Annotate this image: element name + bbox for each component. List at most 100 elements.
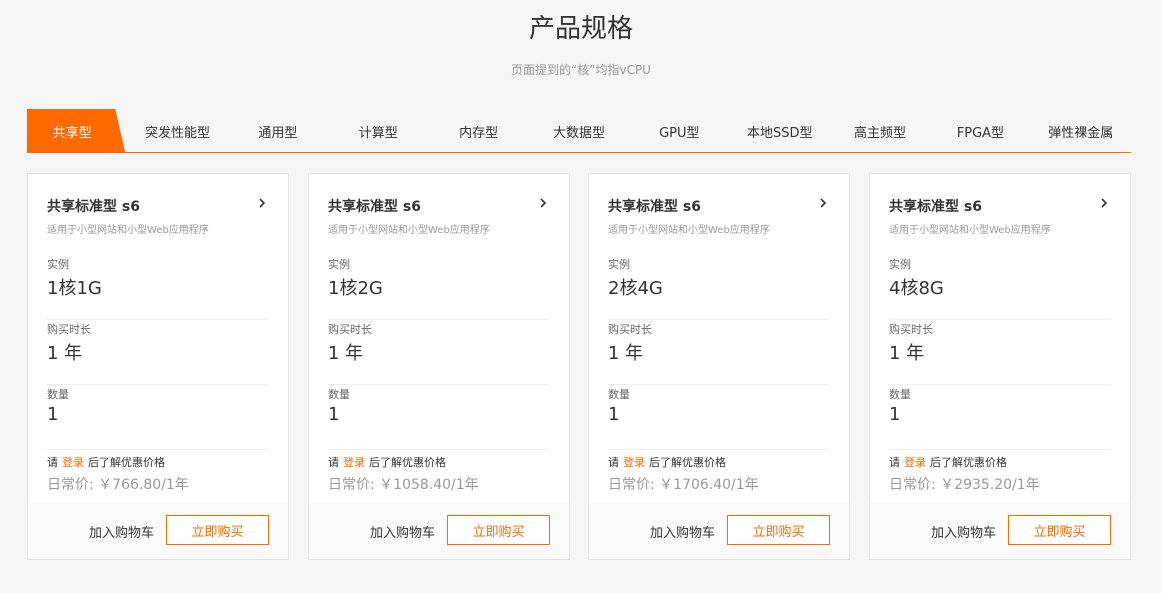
instance-field[interactable]: 实例 4核8G — [889, 256, 1111, 320]
login-prompt: 请登录 后了解优惠价格 — [608, 454, 726, 470]
login-link[interactable]: 登录 — [904, 456, 926, 469]
card-header[interactable]: 共享标准型 s6 适用于小型网站和小型Web应用程序 — [608, 196, 830, 236]
login-prompt: 请登录 后了解优惠价格 — [889, 454, 1007, 470]
login-link[interactable]: 登录 — [623, 456, 645, 469]
instance-field[interactable]: 实例 1核1G — [47, 256, 269, 320]
spec-card: 共享标准型 s6 适用于小型网站和小型Web应用程序 实例 2核4G 购买时长 … — [588, 173, 850, 560]
buy-now-button[interactable]: 立即购买 — [166, 515, 269, 545]
tab-label: 高主频型 — [854, 125, 907, 141]
add-to-cart-button[interactable]: 加入购物车 — [931, 522, 996, 541]
tab-label: 本地SSD型 — [746, 125, 813, 141]
card-footer: 加入购物车 立即购买 — [589, 502, 849, 559]
duration-label: 购买时长 — [47, 323, 91, 336]
instance-label: 实例 — [889, 258, 911, 271]
card-header[interactable]: 共享标准型 s6 适用于小型网站和小型Web应用程序 — [889, 196, 1111, 236]
daily-price: 日常价: ￥766.80/1年 — [47, 477, 189, 493]
tab-label: 突发性能型 — [145, 125, 211, 141]
product-specs-page: 产品规格 页面提到的“核”均指vCPU 共享型 突发性能型 通用型 计算型 内存… — [0, 0, 1162, 593]
duration-field[interactable]: 购买时长 1 年 — [328, 321, 550, 385]
quantity-value: 1 — [889, 404, 901, 425]
instance-value: 4核8G — [889, 278, 944, 299]
tab-big-data[interactable]: 大数据型 — [529, 109, 629, 153]
quantity-label: 数量 — [889, 388, 911, 401]
tab-label: 大数据型 — [552, 125, 605, 141]
chevron-right-icon[interactable] — [1097, 196, 1111, 210]
login-suffix: 后了解优惠价格 — [88, 456, 165, 469]
login-prefix: 请 — [608, 456, 619, 469]
tab-general[interactable]: 通用型 — [228, 109, 328, 153]
login-suffix: 后了解优惠价格 — [649, 456, 726, 469]
card-title: 共享标准型 s6 — [47, 199, 140, 215]
chevron-right-icon[interactable] — [816, 196, 830, 210]
login-suffix: 后了解优惠价格 — [930, 456, 1007, 469]
card-description: 适用于小型网站和小型Web应用程序 — [608, 225, 770, 236]
quantity-field[interactable]: 数量 1 — [47, 386, 269, 450]
duration-field[interactable]: 购买时长 1 年 — [889, 321, 1111, 385]
card-header[interactable]: 共享标准型 s6 适用于小型网站和小型Web应用程序 — [328, 196, 550, 236]
spec-card: 共享标准型 s6 适用于小型网站和小型Web应用程序 实例 1核1G 购买时长 … — [27, 173, 289, 560]
tab-compute[interactable]: 计算型 — [328, 109, 428, 153]
spec-card: 共享标准型 s6 适用于小型网站和小型Web应用程序 实例 4核8G 购买时长 … — [869, 173, 1131, 560]
quantity-field[interactable]: 数量 1 — [608, 386, 830, 450]
instance-label: 实例 — [608, 258, 630, 271]
buy-now-button[interactable]: 立即购买 — [447, 515, 550, 545]
daily-price: 日常价: ￥1058.40/1年 — [328, 477, 479, 493]
instance-field[interactable]: 实例 2核4G — [608, 256, 830, 320]
instance-value: 1核1G — [47, 278, 102, 299]
login-link[interactable]: 登录 — [62, 456, 84, 469]
tab-memory[interactable]: 内存型 — [428, 109, 528, 153]
daily-price: 日常价: ￥2935.20/1年 — [889, 477, 1040, 493]
add-to-cart-button[interactable]: 加入购物车 — [89, 522, 154, 541]
duration-label: 购买时长 — [889, 323, 933, 336]
tab-label: GPU型 — [659, 125, 700, 141]
login-link[interactable]: 登录 — [343, 456, 365, 469]
tab-label: FPGA型 — [956, 125, 1005, 141]
duration-field[interactable]: 购买时长 1 年 — [47, 321, 269, 385]
card-title: 共享标准型 s6 — [328, 199, 421, 215]
quantity-label: 数量 — [328, 388, 350, 401]
login-prefix: 请 — [47, 456, 58, 469]
tab-shared[interactable]: 共享型 — [27, 109, 126, 153]
quantity-value: 1 — [608, 404, 620, 425]
buy-now-button[interactable]: 立即购买 — [1008, 515, 1111, 545]
login-prompt: 请登录 后了解优惠价格 — [47, 454, 165, 470]
quantity-label: 数量 — [608, 388, 630, 401]
card-title: 共享标准型 s6 — [608, 199, 701, 215]
duration-field[interactable]: 购买时长 1 年 — [608, 321, 830, 385]
add-to-cart-button[interactable]: 加入购物车 — [370, 522, 435, 541]
card-header[interactable]: 共享标准型 s6 适用于小型网站和小型Web应用程序 — [47, 196, 269, 236]
duration-value: 1 年 — [608, 343, 644, 364]
add-to-cart-button[interactable]: 加入购物车 — [650, 522, 715, 541]
card-footer: 加入购物车 立即购买 — [28, 502, 288, 559]
tab-label: 内存型 — [459, 125, 499, 141]
tab-local-ssd[interactable]: 本地SSD型 — [730, 109, 830, 153]
duration-value: 1 年 — [47, 343, 83, 364]
page-title: 产品规格 — [528, 14, 633, 44]
quantity-label: 数量 — [47, 388, 69, 401]
daily-price: 日常价: ￥1706.40/1年 — [608, 477, 759, 493]
tab-fpga[interactable]: FPGA型 — [930, 109, 1030, 153]
login-prefix: 请 — [889, 456, 900, 469]
quantity-field[interactable]: 数量 1 — [889, 386, 1111, 450]
buy-now-button[interactable]: 立即购买 — [727, 515, 830, 545]
card-footer: 加入购物车 立即购买 — [309, 502, 569, 559]
duration-label: 购买时长 — [608, 323, 652, 336]
card-description: 适用于小型网站和小型Web应用程序 — [328, 225, 490, 236]
spec-cards: 共享标准型 s6 适用于小型网站和小型Web应用程序 实例 1核1G 购买时长 … — [27, 173, 1131, 560]
tab-label: 共享型 — [52, 125, 92, 141]
duration-value: 1 年 — [328, 343, 364, 364]
chevron-right-icon[interactable] — [536, 196, 550, 210]
chevron-right-icon[interactable] — [255, 196, 269, 210]
spec-tabs: 共享型 突发性能型 通用型 计算型 内存型 大数据型 GPU型 本地SSD型 高… — [27, 109, 1131, 153]
instance-field[interactable]: 实例 1核2G — [328, 256, 550, 320]
instance-value: 2核4G — [608, 278, 663, 299]
card-title: 共享标准型 s6 — [889, 199, 982, 215]
tab-burstable[interactable]: 突发性能型 — [127, 109, 227, 153]
login-prompt: 请登录 后了解优惠价格 — [328, 454, 446, 470]
tab-gpu[interactable]: GPU型 — [629, 109, 729, 153]
tab-bare-metal[interactable]: 弹性裸金属 — [1031, 109, 1131, 153]
quantity-field[interactable]: 数量 1 — [328, 386, 550, 450]
quantity-value: 1 — [328, 404, 340, 425]
tab-high-frequency[interactable]: 高主频型 — [830, 109, 930, 153]
tab-label: 通用型 — [258, 125, 298, 141]
